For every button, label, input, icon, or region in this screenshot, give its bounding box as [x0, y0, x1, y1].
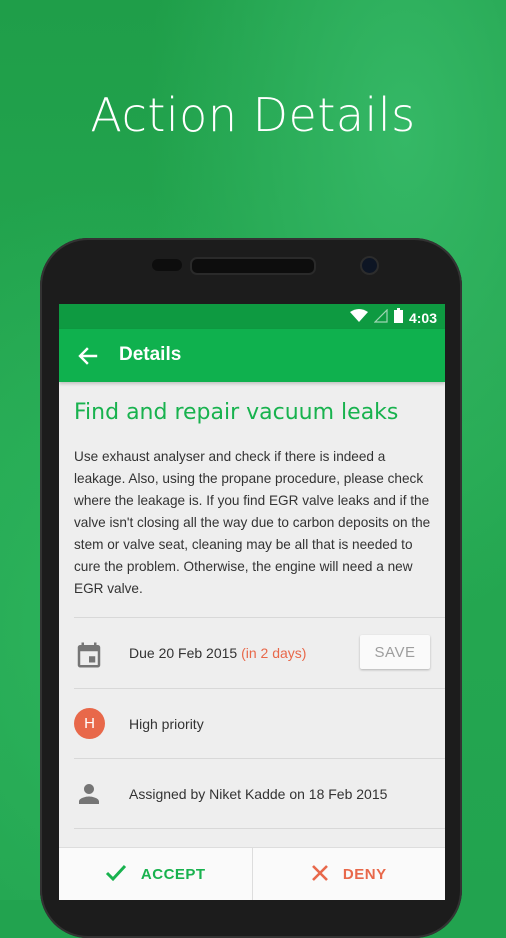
wifi-icon: [349, 308, 368, 328]
app-bar-title: Details: [119, 344, 182, 365]
phone-top-bezel: [40, 238, 462, 304]
deny-label: DENY: [342, 866, 387, 883]
app-bar: Details: [59, 329, 445, 382]
save-button[interactable]: SAVE: [360, 635, 430, 669]
promo-headline: Action Details: [90, 88, 416, 142]
due-date-text: Due 20 Feb 2015 (in 2 days): [129, 645, 306, 661]
accept-button[interactable]: ACCEPT: [59, 848, 253, 900]
close-icon: [311, 864, 329, 886]
sensor: [152, 259, 182, 271]
calendar-icon: [74, 640, 104, 675]
action-description: Use exhaust analyser and check if there …: [74, 449, 431, 596]
earpiece-speaker: [190, 257, 316, 275]
due-relative: (in 2 days): [241, 645, 307, 661]
status-clock: 4:03: [408, 310, 437, 326]
priority-badge: H: [74, 708, 105, 739]
assigned-row: Assigned by Niket Kadde on 18 Feb 2015: [59, 759, 445, 829]
bottom-action-bar: ACCEPT DENY: [59, 847, 445, 900]
due-date-value: Due 20 Feb 2015: [129, 645, 238, 661]
due-date-row[interactable]: Due 20 Feb 2015 (in 2 days) SAVE: [59, 618, 445, 688]
deny-button[interactable]: DENY: [253, 848, 446, 900]
phone-screen: 4:03 Details Find and repair vacuum leak…: [59, 304, 445, 900]
status-bar: 4:03: [59, 304, 445, 329]
signal-icon: [373, 308, 388, 328]
assigned-text: Assigned by Niket Kadde on 18 Feb 2015: [129, 786, 388, 802]
battery-icon: [393, 308, 403, 328]
check-icon: [105, 864, 127, 886]
arrow-back-icon[interactable]: [75, 343, 101, 369]
front-camera: [360, 256, 379, 275]
priority-text: High priority: [129, 716, 204, 732]
accept-label: ACCEPT: [140, 866, 206, 883]
person-icon: [74, 779, 104, 814]
action-title: Find and repair vacuum leaks: [74, 400, 399, 425]
divider: [74, 828, 445, 829]
priority-row: H High priority: [59, 689, 445, 759]
